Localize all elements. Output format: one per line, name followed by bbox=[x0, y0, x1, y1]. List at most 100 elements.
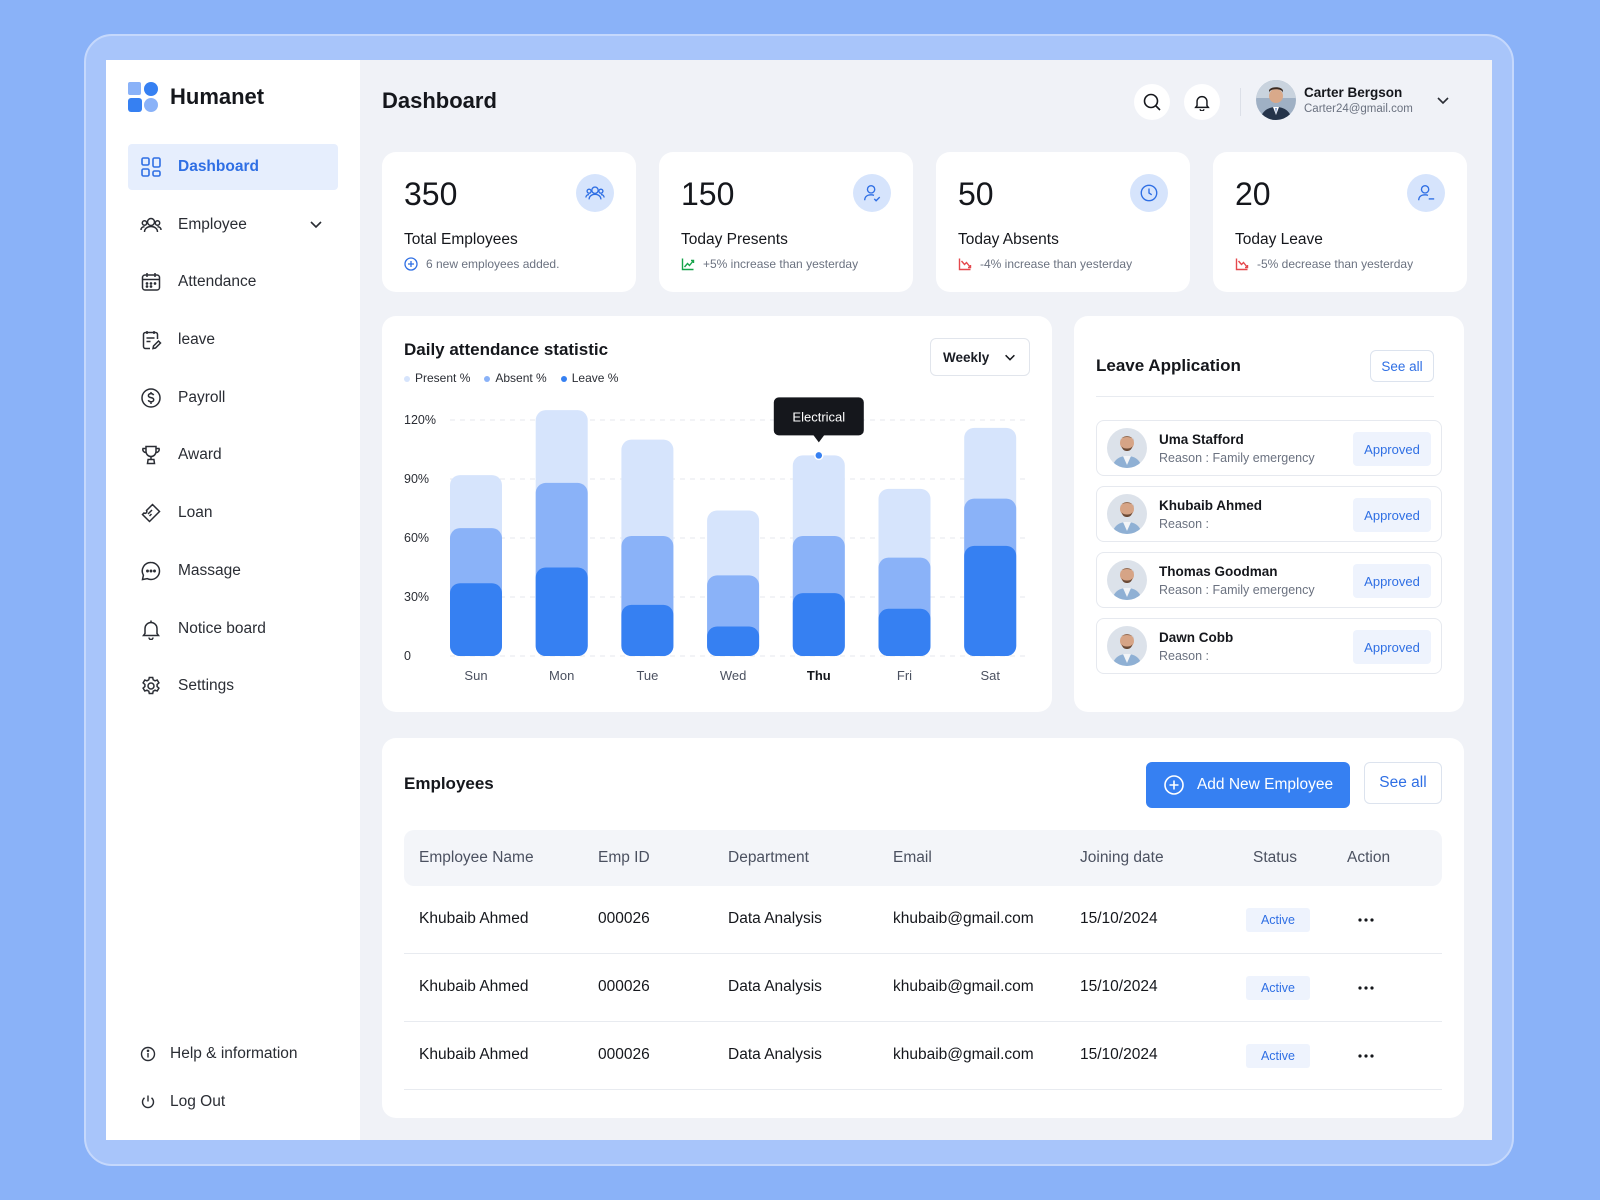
help-link[interactable]: Help & information bbox=[140, 1042, 298, 1066]
x-tick-label: Fri bbox=[897, 668, 912, 683]
notifications-button[interactable] bbox=[1184, 84, 1220, 120]
column-header[interactable]: Status bbox=[1253, 849, 1297, 867]
column-header[interactable]: Employee Name bbox=[419, 849, 534, 867]
chat-icon bbox=[140, 560, 162, 582]
cell-date: 15/10/2024 bbox=[1080, 1046, 1158, 1063]
y-tick-label: 60% bbox=[404, 531, 429, 545]
bar-leave[interactable] bbox=[621, 604, 674, 656]
bar-leave[interactable] bbox=[964, 545, 1017, 656]
column-header[interactable]: Joining date bbox=[1080, 849, 1164, 867]
employees-see-all-button[interactable]: See all bbox=[1364, 762, 1442, 804]
logout-link[interactable]: Log Out bbox=[140, 1090, 298, 1114]
bar-leave[interactable] bbox=[878, 608, 931, 656]
attendance-bar-chart: 0 30% 60% 90% 120% Sun Mon Tue Wed Thu Electrical F… bbox=[404, 397, 1030, 683]
stat-label: Total Employees bbox=[404, 231, 518, 248]
y-tick-label: 0 bbox=[404, 649, 411, 663]
users-icon bbox=[576, 174, 614, 212]
more-actions-icon[interactable] bbox=[1354, 976, 1378, 1000]
user-email: Carter24@gmail.com bbox=[1304, 103, 1413, 115]
table-row[interactable]: Khubaib Ahmed 000026 Data Analysis khubaib@… bbox=[404, 886, 1442, 954]
stat-subtext: -4% increase than yesterday bbox=[958, 257, 1168, 271]
leave-see-all-button[interactable]: See all bbox=[1370, 350, 1434, 382]
calendar-icon bbox=[140, 271, 162, 293]
stat-subtext: 6 new employees added. bbox=[404, 257, 614, 271]
bell-icon bbox=[1194, 95, 1210, 111]
brand[interactable]: Humanet bbox=[128, 82, 264, 112]
sidebar-item-label: Loan bbox=[178, 504, 213, 522]
leave-title: Leave Application bbox=[1096, 356, 1241, 375]
status-badge: Approved bbox=[1353, 498, 1431, 532]
page-title: Dashboard bbox=[382, 88, 497, 113]
leave-item[interactable]: Dawn Cobb Reason : Approved bbox=[1096, 618, 1442, 674]
add-employee-button[interactable]: Add New Employee bbox=[1146, 762, 1350, 808]
cell-email: khubaib@gmail.com bbox=[893, 910, 1034, 927]
y-tick-label: 30% bbox=[404, 590, 429, 604]
search-icon bbox=[1143, 93, 1161, 111]
cell-department: Data Analysis bbox=[728, 978, 822, 995]
leave-item[interactable]: Khubaib Ahmed Reason : Approved bbox=[1096, 486, 1442, 542]
bar-leave[interactable] bbox=[707, 626, 760, 657]
help-label: Help & information bbox=[170, 1045, 298, 1062]
leave-item[interactable]: Thomas Goodman Reason : Family emergency A… bbox=[1096, 552, 1442, 608]
sidebar-item-award[interactable]: Award bbox=[128, 432, 338, 478]
sidebar-item-leave[interactable]: leave bbox=[128, 317, 338, 363]
sidebar-item-employee[interactable]: Employee bbox=[128, 202, 338, 248]
column-header[interactable]: Emp ID bbox=[598, 849, 650, 867]
sidebar-item-loan[interactable]: Loan bbox=[128, 490, 338, 536]
bar-leave[interactable] bbox=[535, 567, 588, 657]
stat-card-today-presents: 150 Today Presents +5% increase than yes… bbox=[659, 152, 913, 292]
plus-circle-icon bbox=[404, 257, 418, 271]
trend-down-icon bbox=[1235, 258, 1249, 271]
bar-leave[interactable] bbox=[792, 593, 845, 656]
header-divider bbox=[1240, 88, 1241, 116]
add-employee-label: Add New Employee bbox=[1196, 776, 1334, 793]
cell-name: Khubaib Ahmed bbox=[419, 1046, 529, 1063]
status-badge: Approved bbox=[1353, 432, 1431, 466]
user-name: Carter Bergson bbox=[1304, 85, 1403, 100]
leave-divider bbox=[1096, 396, 1434, 397]
status-badge: Active bbox=[1246, 976, 1310, 1000]
column-header[interactable]: Action bbox=[1347, 849, 1390, 867]
info-icon bbox=[140, 1046, 156, 1062]
x-tick-label: Thu bbox=[807, 668, 831, 683]
bar-leave[interactable] bbox=[450, 583, 502, 656]
chevron-down-icon[interactable] bbox=[1435, 92, 1451, 108]
sidebar-item-label: Employee bbox=[178, 215, 247, 233]
sidebar: Humanet Dashboard Employee Attendance le… bbox=[106, 60, 360, 1140]
status-badge: Approved bbox=[1353, 564, 1431, 598]
table-row[interactable]: Khubaib Ahmed 000026 Data Analysis khubaib@… bbox=[404, 1022, 1442, 1090]
stat-card-total-employees: 350 Total Employees 6 new employees adde… bbox=[382, 152, 636, 292]
column-header[interactable]: Department bbox=[728, 849, 809, 867]
plus-circle-icon bbox=[1164, 775, 1184, 795]
sidebar-item-label: leave bbox=[178, 331, 216, 349]
user-menu[interactable]: Carter Bergson Carter24@gmail.com bbox=[1256, 80, 1451, 120]
main-content: Dashboard Carter Bergson Carter24@gmail.… bbox=[360, 60, 1492, 1140]
tooltip-text: Electrical bbox=[792, 409, 845, 424]
leave-item[interactable]: Uma Stafford Reason : Family emergency App… bbox=[1096, 420, 1442, 476]
more-actions-icon[interactable] bbox=[1354, 1044, 1378, 1068]
search-button[interactable] bbox=[1134, 84, 1170, 120]
sidebar-item-payroll[interactable]: Payroll bbox=[128, 375, 338, 421]
sidebar-item-attendance[interactable]: Attendance bbox=[128, 259, 338, 305]
more-actions-icon[interactable] bbox=[1354, 908, 1378, 932]
leave-reason: Reason : bbox=[1159, 648, 1210, 663]
x-tick-label: Mon bbox=[549, 668, 574, 683]
sidebar-item-dashboard[interactable]: Dashboard bbox=[128, 144, 338, 190]
power-icon bbox=[141, 1095, 155, 1109]
sidebar-nav: Dashboard Employee Attendance leave Payr… bbox=[128, 144, 338, 721]
table-header: Employee Name Emp ID Department Email Jo… bbox=[404, 830, 1442, 886]
column-header[interactable]: Email bbox=[893, 849, 932, 867]
sidebar-item-massage[interactable]: Massage bbox=[128, 548, 338, 594]
sidebar-bottom: Help & information Log Out bbox=[140, 1018, 298, 1114]
trophy-icon bbox=[140, 444, 162, 466]
sidebar-item-settings[interactable]: Settings bbox=[128, 663, 338, 709]
app-window: Humanet Dashboard Employee Attendance le… bbox=[106, 60, 1492, 1140]
avatar bbox=[1256, 80, 1296, 120]
sidebar-item-notice-board[interactable]: Notice board bbox=[128, 606, 338, 652]
chevron-down-icon[interactable] bbox=[308, 216, 324, 237]
trend-up-icon bbox=[681, 258, 695, 271]
y-tick-label: 90% bbox=[404, 472, 429, 486]
users-icon bbox=[140, 214, 162, 236]
dollar-icon bbox=[140, 387, 162, 409]
table-row[interactable]: Khubaib Ahmed 000026 Data Analysis khubaib@… bbox=[404, 954, 1442, 1022]
